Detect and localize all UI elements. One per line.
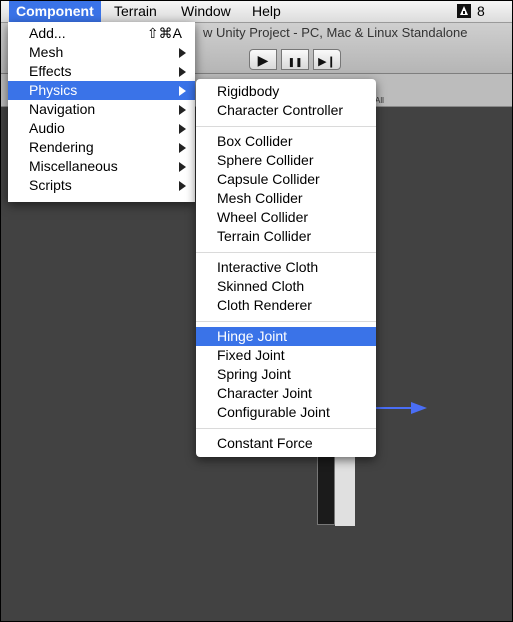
menu-item-label: Constant Force [217,435,313,451]
menu-separator [196,321,376,322]
menu-item-label: Navigation [29,101,96,117]
menu-item-label: Rendering [29,139,94,155]
play-icon: ▶ [257,52,269,68]
pause-icon: ❚❚ [287,57,303,67]
menu-item-constant-force[interactable]: Constant Force [196,434,376,453]
menu-item-label: Sphere Collider [217,152,314,168]
menu-item-label: Audio [29,120,65,136]
submenu-arrow-icon [179,105,186,115]
pause-button[interactable]: ❚❚ [281,49,309,70]
menu-bar: Component Terrain Window Help 8 [1,1,512,23]
menu-item-configurable-joint[interactable]: Configurable Joint [196,403,376,422]
menu-item-hinge-joint[interactable]: Hinge Joint [196,327,376,346]
menu-window[interactable]: Window [174,1,238,22]
menu-item-character-joint[interactable]: Character Joint [196,384,376,403]
menu-separator [196,126,376,127]
menu-item-sphere-collider[interactable]: Sphere Collider [196,151,376,170]
menu-item-character-controller[interactable]: Character Controller [196,101,376,120]
menu-item-label: Interactive Cloth [217,259,319,275]
menu-item-navigation[interactable]: Navigation [8,100,195,119]
menu-item-label: Mesh [29,44,64,60]
menu-item-add[interactable]: Add... ⇧⌘A [8,24,195,43]
menu-item-capsule-collider[interactable]: Capsule Collider [196,170,376,189]
submenu-arrow-icon [179,162,186,172]
submenu-arrow-icon [179,124,186,134]
component-menu: Add... ⇧⌘A Mesh Effects Physics Navigati… [8,22,195,202]
window-title: w Unity Project - PC, Mac & Linux Standa… [203,25,468,40]
menu-item-spring-joint[interactable]: Spring Joint [196,365,376,384]
menu-item-interactive-cloth[interactable]: Interactive Cloth [196,258,376,277]
menu-item-scripts[interactable]: Scripts [8,176,195,195]
gizmo-axis-line[interactable] [376,407,412,409]
menu-item-label: Fixed Joint [217,347,285,363]
menu-item-label: Character Controller [217,102,344,118]
gizmo-axis-arrow-icon[interactable] [411,402,427,414]
menu-item-label: Scripts [29,177,72,193]
menu-item-label: Mesh Collider [217,190,303,206]
menu-item-label: Terrain Collider [217,228,312,244]
menu-item-mesh[interactable]: Mesh [8,43,195,62]
menu-item-box-collider[interactable]: Box Collider [196,132,376,151]
menu-item-label: Rigidbody [217,83,280,99]
menu-item-label: Add... [29,25,66,41]
menu-item-label: Box Collider [217,133,293,149]
menu-item-mesh-collider[interactable]: Mesh Collider [196,189,376,208]
menu-terrain[interactable]: Terrain [107,1,164,22]
menu-item-miscellaneous[interactable]: Miscellaneous [8,157,195,176]
menu-separator [196,428,376,429]
submenu-arrow-icon [179,67,186,77]
menu-item-label: Hinge Joint [217,328,288,344]
tray-number: 8 [477,3,485,19]
menu-item-effects[interactable]: Effects [8,62,195,81]
menu-item-wheel-collider[interactable]: Wheel Collider [196,208,376,227]
adobe-icon[interactable] [457,4,471,18]
scene-object-light-face[interactable] [335,451,355,526]
menu-item-audio[interactable]: Audio [8,119,195,138]
menu-item-label: Skinned Cloth [217,278,305,294]
submenu-arrow-icon [179,86,186,96]
menu-item-label: Physics [29,82,78,98]
menu-item-label: Spring Joint [217,366,291,382]
menu-item-cloth-renderer[interactable]: Cloth Renderer [196,296,376,315]
submenu-arrow-icon [179,143,186,153]
menu-item-label: Character Joint [217,385,312,401]
menu-item-terrain-collider[interactable]: Terrain Collider [196,227,376,246]
menu-item-fixed-joint[interactable]: Fixed Joint [196,346,376,365]
menu-item-label: Wheel Collider [217,209,309,225]
menu-separator [196,252,376,253]
scene-object-dark-face[interactable] [317,453,335,525]
menu-item-skinned-cloth[interactable]: Skinned Cloth [196,277,376,296]
menu-item-rigidbody[interactable]: Rigidbody [196,82,376,101]
menu-item-label: Miscellaneous [29,158,118,174]
menu-item-physics[interactable]: Physics [8,81,195,100]
menu-item-rendering[interactable]: Rendering [8,138,195,157]
menu-item-label: Configurable Joint [217,404,330,420]
menu-item-label: Capsule Collider [217,171,320,187]
menu-help[interactable]: Help [245,1,288,22]
submenu-arrow-icon [179,48,186,58]
scene-filter-label[interactable]: All [375,96,384,105]
submenu-arrow-icon [179,181,186,191]
play-button[interactable]: ▶ [249,49,277,70]
step-button[interactable]: ▶❙ [313,49,341,70]
menu-item-label: Cloth Renderer [217,297,312,313]
menu-item-label: Effects [29,63,72,79]
menu-component[interactable]: Component [9,1,101,22]
shortcut-label: ⇧⌘A [146,25,182,41]
screen: Component Terrain Window Help 8 w Unity … [0,0,513,622]
step-icon: ▶❙ [318,56,336,68]
physics-submenu: Rigidbody Character Controller Box Colli… [196,79,376,457]
